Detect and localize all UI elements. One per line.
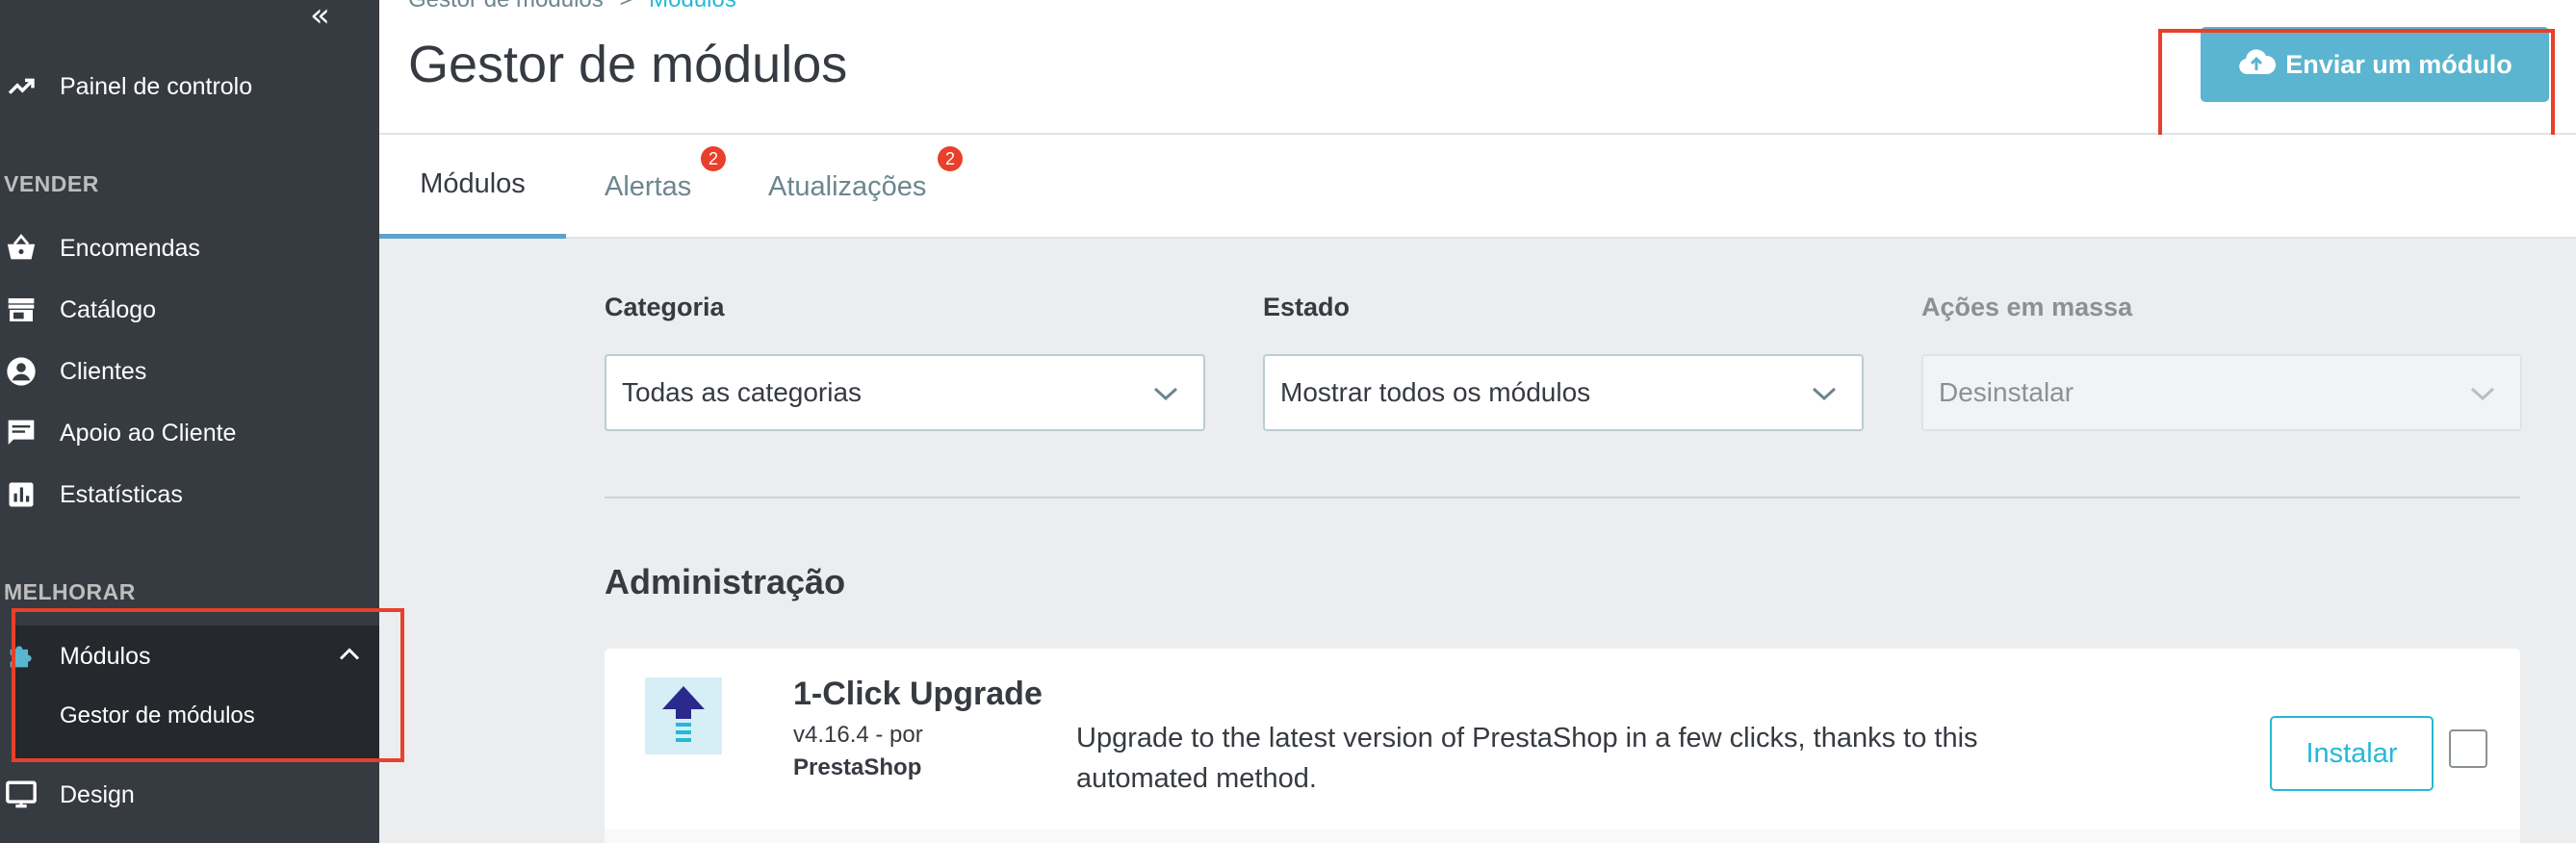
divider — [605, 497, 2520, 498]
collapse-sidebar-icon[interactable]: « — [310, 0, 330, 35]
sidebar-item-label: Encomendas — [60, 234, 200, 262]
sidebar-item-catalog[interactable]: Catálogo — [0, 281, 379, 339]
status-select-value: Mostrar todos os módulos — [1280, 377, 1591, 407]
category-select-value: Todas as categorias — [622, 377, 863, 407]
breadcrumb-parent[interactable]: Gestor de módulos — [408, 0, 604, 13]
sidebar-item-label: Painel de controlo — [60, 72, 253, 100]
bulk-actions-value: Desinstalar — [1939, 377, 2074, 407]
section-title-improve: MELHORAR — [4, 579, 136, 604]
tab-updates[interactable]: Atualizações 2 — [768, 135, 963, 239]
chat-icon — [4, 416, 39, 450]
store-icon — [4, 293, 39, 327]
sidebar-item-support[interactable]: Apoio ao Cliente — [0, 404, 379, 462]
trending-up-icon — [4, 69, 39, 104]
bulk-actions-select[interactable]: Desinstalar — [1921, 354, 2522, 431]
breadcrumb-separator: > — [619, 0, 632, 13]
module-select-checkbox[interactable] — [2449, 729, 2487, 768]
sidebar-item-design[interactable]: Design — [0, 766, 379, 824]
module-name[interactable]: 1-Click Upgrade — [793, 676, 1043, 713]
highlight-modules — [12, 608, 404, 762]
category-section-title: Administração — [605, 562, 846, 601]
sidebar-item-stats[interactable]: Estatísticas — [0, 466, 379, 524]
sidebar-item-label: Apoio ao Cliente — [60, 419, 237, 447]
breadcrumb: Gestor de módulos > Módulos — [408, 0, 736, 13]
sidebar-item-orders[interactable]: Encomendas — [0, 219, 379, 277]
install-button[interactable]: Instalar — [2270, 716, 2434, 791]
chevron-down-icon — [1153, 377, 1178, 408]
updates-badge: 2 — [938, 146, 963, 171]
monitor-icon — [4, 778, 39, 812]
basket-icon — [4, 231, 39, 266]
tab-label: Módulos — [420, 168, 526, 199]
tab-bar: Módulos Alertas 2 Atualizações 2 — [379, 135, 2576, 239]
module-version: v4.16.4 - por — [793, 722, 923, 748]
bulk-actions-label: Ações em massa — [1921, 293, 2133, 321]
sidebar-item-label: Catálogo — [60, 295, 157, 323]
module-card: 1-Click Upgrade v4.16.4 - por PrestaShop… — [605, 649, 2520, 843]
tab-label: Alertas — [605, 170, 692, 202]
category-select[interactable]: Todas as categorias — [605, 354, 1205, 431]
alerts-badge: 2 — [701, 146, 726, 171]
category-label: Categoria — [605, 293, 725, 321]
module-author: PrestaShop — [793, 754, 922, 780]
tab-modules[interactable]: Módulos — [379, 135, 566, 239]
tab-alerts[interactable]: Alertas 2 — [605, 135, 726, 239]
module-logo — [645, 677, 722, 754]
highlight-upload — [2158, 29, 2555, 152]
sidebar-item-label: Clientes — [60, 357, 147, 385]
chevron-down-icon — [1812, 377, 1837, 408]
section-title-sell: VENDER — [4, 171, 99, 196]
card-footer — [605, 830, 2520, 843]
status-select[interactable]: Mostrar todos os módulos — [1263, 354, 1864, 431]
breadcrumb-current[interactable]: Módulos — [649, 0, 736, 13]
sidebar-item-dashboard[interactable]: Painel de controlo — [0, 58, 379, 115]
bar-chart-icon — [4, 477, 39, 512]
user-circle-icon — [4, 354, 39, 389]
sidebar-item-label: Estatísticas — [60, 480, 183, 508]
sidebar-item-label: Design — [60, 780, 135, 808]
tab-label: Atualizações — [768, 170, 927, 202]
chevron-down-icon — [2470, 377, 2495, 408]
page-title: Gestor de módulos — [408, 36, 848, 93]
status-label: Estado — [1263, 293, 1351, 321]
module-description: Upgrade to the latest version of PrestaS… — [1076, 723, 1978, 794]
sidebar-item-customers[interactable]: Clientes — [0, 343, 379, 400]
